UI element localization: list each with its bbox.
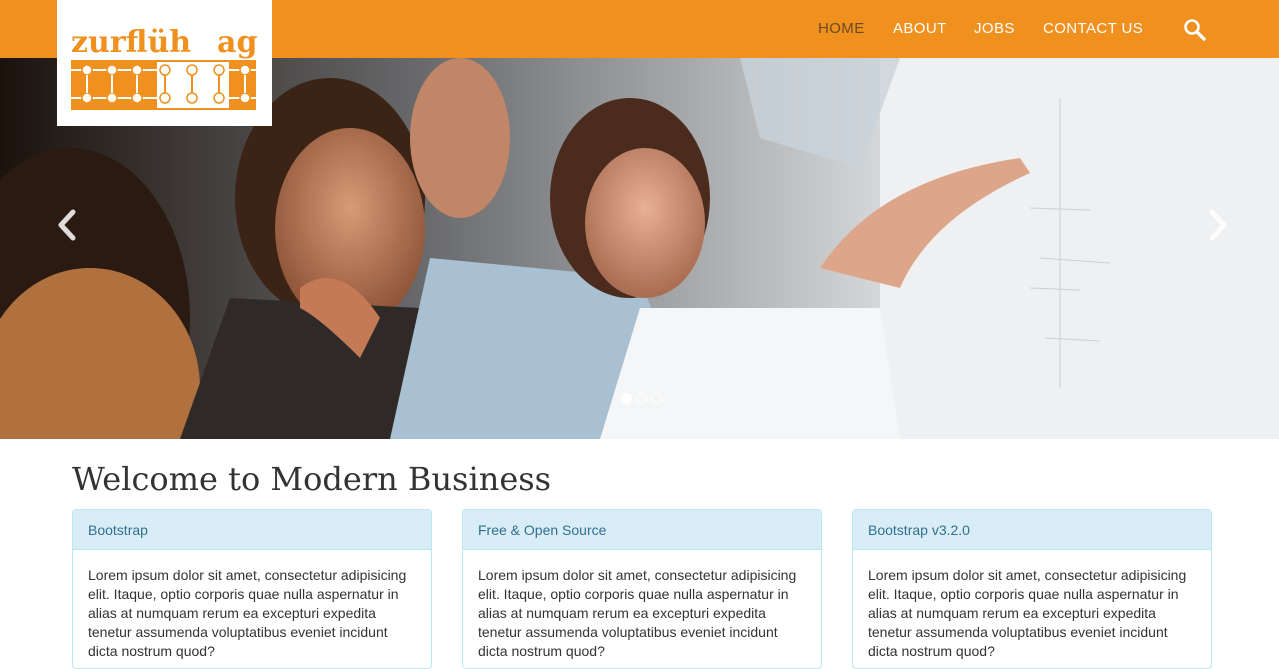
- panel-heading: Bootstrap: [73, 510, 431, 550]
- info-panel: Free & Open Source Lorem ipsum dolor sit…: [462, 509, 822, 669]
- nav-item-contact-us[interactable]: CONTACT US: [1043, 20, 1143, 37]
- search-icon[interactable]: [1182, 17, 1208, 43]
- nav-item-about[interactable]: ABOUT: [893, 20, 947, 37]
- carousel-indicators: [620, 393, 670, 405]
- info-panel: Bootstrap Lorem ipsum dolor sit amet, co…: [72, 509, 432, 669]
- panel-heading: Free & Open Source: [463, 510, 821, 550]
- fence-logo-icon: zurflüh ag: [71, 25, 257, 110]
- nav-item-home[interactable]: HOME: [818, 20, 865, 37]
- page-title: Welcome to Modern Business: [72, 460, 552, 498]
- carousel-indicator-3[interactable]: [651, 393, 662, 404]
- logo-text-left: zurflüh: [71, 25, 191, 60]
- carousel-indicator-1[interactable]: [621, 393, 632, 404]
- panel-body: Lorem ipsum dolor sit amet, consectetur …: [478, 567, 797, 659]
- brand-logo[interactable]: zurflüh ag: [57, 0, 272, 126]
- info-panel: Bootstrap v3.2.0 Lorem ipsum dolor sit a…: [852, 509, 1212, 669]
- carousel-indicator-2[interactable]: [636, 393, 647, 404]
- panel-body: Lorem ipsum dolor sit amet, consectetur …: [88, 567, 407, 659]
- chevron-left-icon[interactable]: [55, 208, 81, 242]
- panel-heading: Bootstrap v3.2.0: [853, 510, 1211, 550]
- logo-text-right: ag: [217, 25, 257, 60]
- chevron-right-icon[interactable]: [1204, 208, 1230, 242]
- panel-body: Lorem ipsum dolor sit amet, consectetur …: [868, 567, 1187, 659]
- nav-item-jobs[interactable]: JOBS: [974, 20, 1015, 37]
